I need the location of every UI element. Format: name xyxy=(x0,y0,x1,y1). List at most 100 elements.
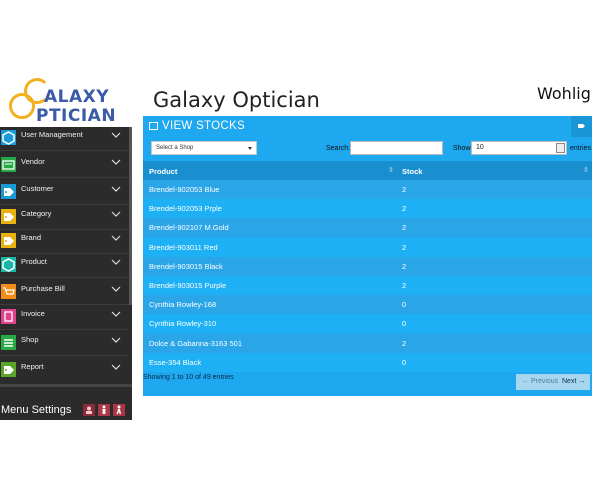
table-row[interactable]: Brendel-902053 Prple 2 xyxy=(143,199,592,219)
galaxy-optician-logo: ALAXY PTICIAN xyxy=(0,75,132,127)
stock-cell: 2 xyxy=(402,185,407,194)
previous-page-button[interactable]: ← Previous xyxy=(522,378,558,385)
product-cell: Brendel-902053 Prple xyxy=(149,204,222,214)
table-info: Showing 1 to 10 of 49 entries xyxy=(143,374,234,381)
sidebar-divider xyxy=(0,277,129,278)
sidebar-item-purchase-bill[interactable]: Purchase Bill xyxy=(0,281,129,305)
sidebar-scrollbar[interactable] xyxy=(129,127,132,305)
vendor-card-icon xyxy=(1,157,16,172)
product-cell: Dolce & Gabanna-3163 501 xyxy=(149,338,242,348)
table-row[interactable]: Cynthia Rowley-310 0 xyxy=(143,314,592,334)
table-row[interactable]: Esse-354 Black 0 xyxy=(143,352,592,372)
logout-icon[interactable] xyxy=(113,404,125,416)
product-cell: Brendel-903011 Red xyxy=(149,242,218,252)
sidebar-divider xyxy=(0,304,129,305)
table-row[interactable]: Brendel-902107 M.Gold 2 xyxy=(143,218,592,238)
stock-cell: 2 xyxy=(402,223,407,233)
product-cell: Cynthia Rowley-168 xyxy=(149,300,217,310)
tag-icon xyxy=(1,184,16,199)
sidebar-item-label: Shop xyxy=(21,335,39,344)
table-row[interactable]: Cynthia Rowley-168 0 xyxy=(143,295,592,315)
sidebar: User Management Vendor Customer Category Bra… xyxy=(0,127,132,420)
menu-settings-divider xyxy=(0,384,132,387)
export-button[interactable] xyxy=(571,116,592,137)
menu-settings-label: Menu Settings xyxy=(1,404,72,416)
stock-cell: 0 xyxy=(402,357,407,367)
column-header-stock[interactable]: Stock xyxy=(402,167,422,176)
stock-cell: 2 xyxy=(402,281,407,290)
product-cell: Esse-354 Black xyxy=(149,357,202,367)
sidebar-item-label: Category xyxy=(21,209,52,218)
sidebar-divider xyxy=(0,177,129,178)
stock-cell: 2 xyxy=(402,261,407,271)
sidebar-item-vendor[interactable]: Vendor xyxy=(0,154,129,178)
chevron-down-icon xyxy=(111,209,121,219)
sidebar-divider xyxy=(0,204,129,205)
stock-cell: 2 xyxy=(402,242,407,252)
search-input[interactable] xyxy=(350,141,443,155)
welcome-user[interactable]: Wohlig xyxy=(537,84,591,103)
table-row[interactable]: Brendel-902053 Blue 2 xyxy=(143,180,592,199)
panel-header: VIEW STOCKS xyxy=(143,116,592,137)
table-row[interactable]: Brendel-903015 Black 2 xyxy=(143,256,592,276)
logo-line-1: ALAXY xyxy=(44,87,110,107)
chart-icon xyxy=(149,122,158,130)
sort-icon[interactable]: ⇳ xyxy=(388,166,394,174)
profile-icon[interactable] xyxy=(83,404,95,416)
shop-select[interactable]: Select a Shop xyxy=(151,141,257,155)
table-row[interactable]: Dolce & Gabanna-3163 501 2 xyxy=(143,333,592,353)
sidebar-item-product[interactable]: Product xyxy=(0,254,129,278)
sort-icon[interactable]: ⇳ xyxy=(583,166,589,174)
entries-select[interactable]: 10 xyxy=(471,141,567,155)
entries-select-value: 10 xyxy=(476,144,484,151)
sidebar-item-label: Brand xyxy=(21,233,42,242)
chevron-down-icon xyxy=(111,335,121,345)
sidebar-item-label: Product xyxy=(21,257,47,266)
pagination: ← Previous Next → xyxy=(516,374,590,390)
sidebar-item-shop[interactable]: Shop xyxy=(0,332,129,356)
document-icon xyxy=(1,309,16,324)
logo-line-2: PTICIAN xyxy=(36,106,117,126)
table-row[interactable]: Brendel-903015 Purple 2 xyxy=(143,276,592,295)
next-page-button[interactable]: Next → xyxy=(562,378,585,385)
sidebar-divider xyxy=(0,329,129,330)
sidebar-item-label: Purchase Bill xyxy=(21,284,65,293)
view-stocks-panel: VIEW STOCKS Select a Shop Search: Show 1… xyxy=(143,116,592,396)
sidebar-item-label: User Management xyxy=(21,130,83,139)
person-icon[interactable] xyxy=(98,404,110,416)
select-arrows-icon xyxy=(556,143,565,153)
table-controls: Select a Shop Search: Show 10 entries xyxy=(143,137,592,161)
sidebar-item-label: Invoice xyxy=(21,309,45,318)
sidebar-item-customer[interactable]: Customer xyxy=(0,181,129,205)
chevron-down-icon xyxy=(111,284,121,294)
chevron-down-icon xyxy=(248,147,252,150)
logo-o-ring xyxy=(9,93,35,119)
chevron-down-icon xyxy=(111,309,121,319)
sidebar-item-invoice[interactable]: Invoice xyxy=(0,306,129,330)
product-cell: Brendel-902053 Blue xyxy=(149,185,220,194)
show-label: Show xyxy=(453,145,471,152)
tag-icon xyxy=(1,362,16,377)
stock-cell: 0 xyxy=(402,319,407,329)
sidebar-item-user-management[interactable]: User Management xyxy=(0,127,129,151)
table-row[interactable]: Brendel-903011 Red 2 xyxy=(143,237,592,257)
list-icon xyxy=(1,335,16,350)
chevron-down-icon xyxy=(111,233,121,243)
chevron-down-icon xyxy=(111,257,121,267)
menu-settings: Menu Settings xyxy=(0,384,132,420)
tag-icon xyxy=(1,233,16,248)
product-cell: Brendel-903015 Purple xyxy=(149,281,227,290)
sidebar-divider xyxy=(0,355,129,356)
product-cell: Cynthia Rowley-310 xyxy=(149,319,217,329)
export-icon xyxy=(578,124,585,128)
search-label: Search: xyxy=(326,145,351,152)
product-cell: Brendel-902107 M.Gold xyxy=(149,223,229,233)
sidebar-item-category[interactable]: Category xyxy=(0,206,129,230)
sidebar-item-label: Customer xyxy=(21,184,54,193)
tag-icon xyxy=(1,209,16,224)
product-cell: Brendel-903015 Black xyxy=(149,261,223,271)
sidebar-item-report[interactable]: Report xyxy=(0,359,129,383)
column-header-product[interactable]: Product xyxy=(149,167,177,176)
sidebar-item-brand[interactable]: Brand xyxy=(0,230,129,254)
cart-icon xyxy=(1,284,16,299)
